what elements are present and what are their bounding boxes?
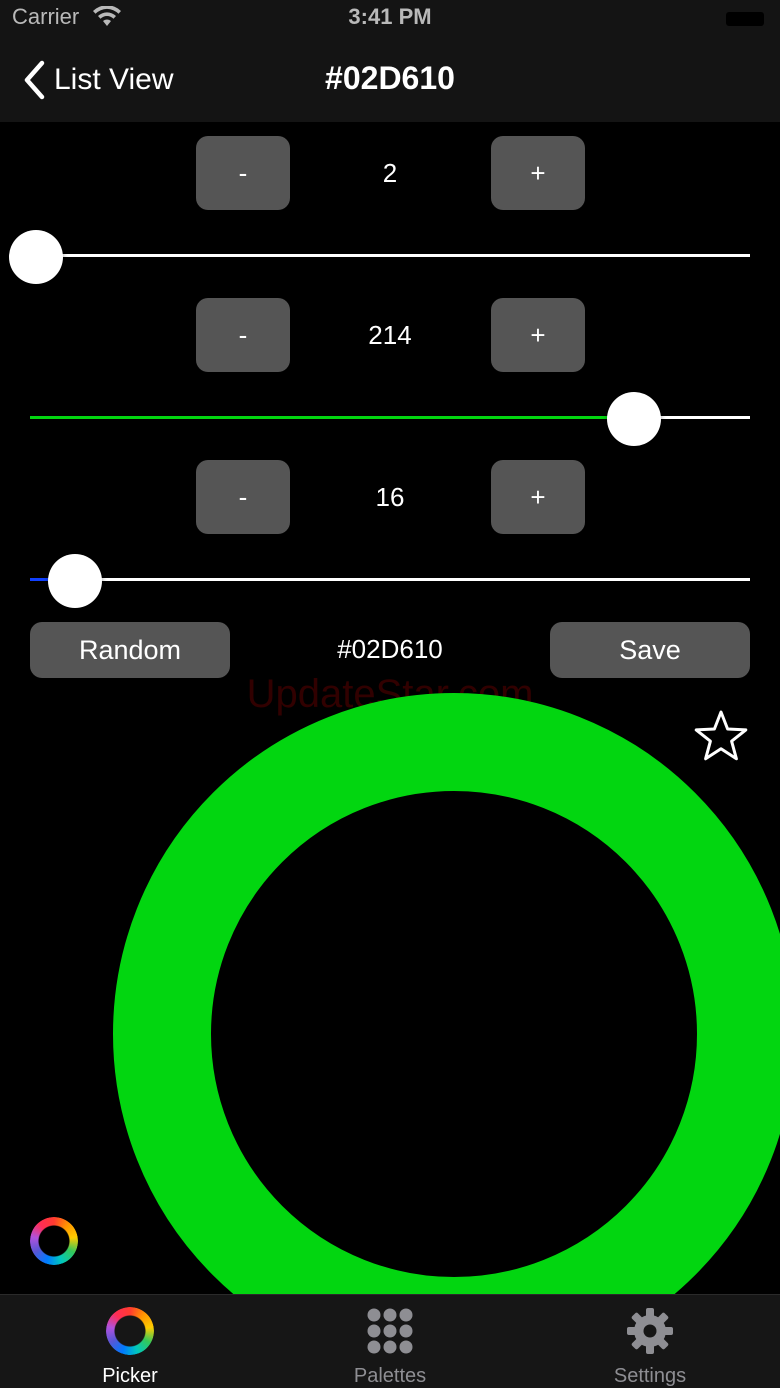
green-value: 214 [368,320,412,350]
tab-label: Picker [102,1365,158,1387]
save-button[interactable]: Save [550,622,750,678]
chevron-left-icon [24,60,45,100]
slider-track [30,578,750,581]
color-wheel-icon [106,1307,154,1355]
star-icon[interactable] [692,708,750,766]
slider-thumb[interactable] [48,554,103,608]
slider-thumb[interactable] [8,230,63,284]
red-value: 2 [382,158,398,188]
status-time: 3:41 PM [348,4,432,29]
random-button[interactable]: Random [30,622,230,678]
slider-track [30,254,750,257]
status-bar: Carrier 3:41 PM [0,0,780,40]
slider-fill [30,416,635,419]
tab-bar: Picker Palettes Settings [0,1294,780,1388]
hex-value: #02D610 [337,634,443,664]
tab-palettes[interactable]: Palettes [260,1295,520,1388]
blue-decrement-button[interactable]: - [196,460,290,534]
color-wheel-icon[interactable] [30,1217,78,1265]
tab-label: Palettes [353,1365,427,1387]
color-preview-ring [113,693,780,1375]
red-decrement-button[interactable]: - [196,136,290,210]
green-decrement-button[interactable]: - [196,298,290,372]
red-slider[interactable] [8,226,750,286]
slider-thumb[interactable] [607,392,662,446]
tab-label: Settings [613,1365,687,1387]
back-button-label: List View [54,63,174,96]
battery-icon [726,12,764,26]
green-slider[interactable] [30,388,750,448]
blue-increment-button[interactable]: + [491,460,585,534]
back-button[interactable]: List View [22,58,174,102]
gear-icon [627,1308,673,1354]
tab-settings[interactable]: Settings [520,1295,780,1388]
blue-slider[interactable] [30,550,750,610]
blue-value: 16 [375,482,405,512]
grid-dots-icon [367,1308,413,1354]
green-increment-button[interactable]: + [491,298,585,372]
tab-picker[interactable]: Picker [0,1295,260,1388]
red-increment-button[interactable]: + [491,136,585,210]
navigation-bar: List View #02D610 [0,40,780,122]
